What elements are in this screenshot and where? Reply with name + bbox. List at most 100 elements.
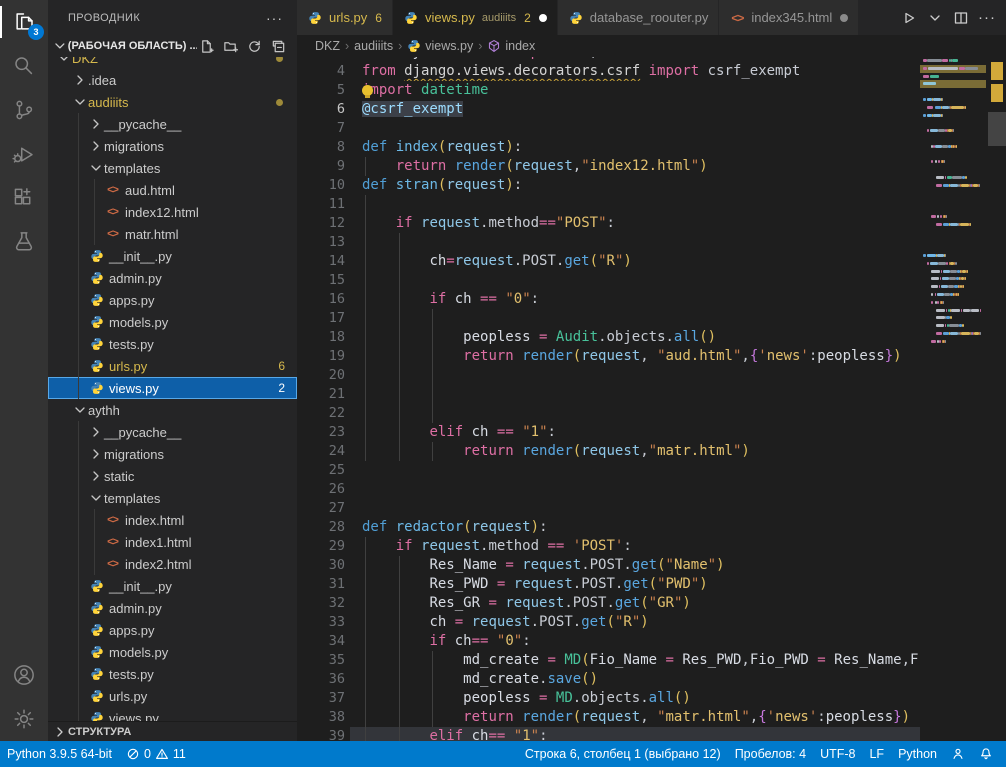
lightbulb-icon[interactable] [362, 85, 373, 96]
tab-index345.html[interactable]: <>index345.html [719, 0, 859, 35]
collapse-all-icon[interactable] [269, 37, 287, 55]
outline-section-header[interactable]: СТРУКТУРА [48, 721, 297, 741]
code-line-24[interactable]: 24 return render(request,"matr.html") [297, 442, 1006, 461]
tree-item-apps.py[interactable]: apps.py [48, 619, 297, 641]
tab-urls.py[interactable]: urls.py6 [297, 0, 393, 35]
code-line-25[interactable]: 25 [297, 461, 1006, 480]
run-dropdown-icon[interactable] [924, 7, 946, 29]
breadcrumb-item-views.py[interactable]: views.py [407, 39, 473, 53]
code-line-6[interactable]: 6@csrf_exempt [297, 100, 1006, 119]
code-editor[interactable]: 3from aythh.models import MD,Audit4from … [297, 57, 1006, 741]
code-line-11[interactable]: 11 [297, 195, 1006, 214]
code-line-22[interactable]: 22 [297, 404, 1006, 423]
problems-indicator[interactable]: 0 11 [119, 741, 193, 767]
tree-item-urls.py[interactable]: urls.py [48, 685, 297, 707]
tree-item-tests.py[interactable]: tests.py [48, 663, 297, 685]
tree-item-audiiits[interactable]: audiiits [48, 91, 297, 113]
overview-ruler[interactable] [988, 57, 1006, 741]
tree-item-DKZ[interactable]: DKZ [48, 57, 297, 69]
code-line-39[interactable]: 39 elif ch== "1": [297, 727, 1006, 741]
scrollbar-thumb[interactable] [988, 112, 1006, 146]
cursor-position[interactable]: Строка 6, столбец 1 (выбрано 12) [518, 741, 728, 767]
tree-item-index1.html[interactable]: <>index1.html [48, 531, 297, 553]
code-line-30[interactable]: 30 Res_Name = request.POST.get("Name") [297, 556, 1006, 575]
tree-item-__init__.py[interactable]: __init__.py [48, 575, 297, 597]
tree-item-matr.html[interactable]: <>matr.html [48, 223, 297, 245]
code-line-14[interactable]: 14 ch=request.POST.get("R") [297, 252, 1006, 271]
tree-item-__init__.py[interactable]: __init__.py [48, 245, 297, 267]
tree-item-.idea[interactable]: .idea [48, 69, 297, 91]
activity-item-explorer[interactable]: 3 [0, 0, 48, 44]
workspace-section-header[interactable]: (РАБОЧАЯ ОБЛАСТЬ) ... [48, 35, 297, 57]
run-button[interactable] [898, 7, 920, 29]
dirty-dot-icon[interactable] [840, 14, 848, 22]
tree-item-static[interactable]: static [48, 465, 297, 487]
activity-item-settings[interactable] [0, 697, 48, 741]
tree-item-index.html[interactable]: <>index.html [48, 509, 297, 531]
tree-item-admin.py[interactable]: admin.py [48, 597, 297, 619]
tree-item-views.py[interactable]: views.py [48, 707, 297, 722]
python-interpreter[interactable]: Python 3.9.5 64-bit [0, 741, 119, 767]
tree-item-models.py[interactable]: models.py [48, 311, 297, 333]
code-line-35[interactable]: 35 md_create = MD(Fio_Name = Res_PWD,Fio… [297, 651, 1006, 670]
code-line-18[interactable]: 18 peopless = Audit.objects.all() [297, 328, 1006, 347]
tree-item-tests.py[interactable]: tests.py [48, 333, 297, 355]
file-tree[interactable]: DKZ.ideaaudiiits__pycache__migrationstem… [48, 57, 297, 722]
breadcrumb-item-index[interactable]: index [487, 39, 535, 53]
code-line-23[interactable]: 23 elif ch == "1": [297, 423, 1006, 442]
code-line-15[interactable]: 15 [297, 271, 1006, 290]
code-line-8[interactable]: 8def index(request): [297, 138, 1006, 157]
code-line-31[interactable]: 31 Res_PWD = request.POST.get("PWD") [297, 575, 1006, 594]
tree-item-templates[interactable]: templates [48, 487, 297, 509]
tab-database_roouter.py[interactable]: database_roouter.py [558, 0, 720, 35]
code-line-34[interactable]: 34 if ch== "0": [297, 632, 1006, 651]
tree-item-models.py[interactable]: models.py [48, 641, 297, 663]
code-line-33[interactable]: 33 ch = request.POST.get("R") [297, 613, 1006, 632]
code-line-27[interactable]: 27 [297, 499, 1006, 518]
tree-item-templates[interactable]: templates [48, 157, 297, 179]
code-line-29[interactable]: 29 if request.method == 'POST': [297, 537, 1006, 556]
tree-item-urls.py[interactable]: urls.py6 [48, 355, 297, 377]
tree-item-__pycache__[interactable]: __pycache__ [48, 421, 297, 443]
tree-item-migrations[interactable]: migrations [48, 443, 297, 465]
tab-views.py[interactable]: views.pyaudiiits2 [393, 0, 558, 35]
code-line-37[interactable]: 37 peopless = MD.objects.all() [297, 689, 1006, 708]
code-line-9[interactable]: 9 return render(request,"index12.html") [297, 157, 1006, 176]
notifications-bell-icon[interactable] [972, 741, 1000, 767]
code-line-32[interactable]: 32 Res_GR = request.POST.get("GR") [297, 594, 1006, 613]
more-actions-icon[interactable]: ··· [976, 7, 998, 29]
tree-item-index12.html[interactable]: <>index12.html [48, 201, 297, 223]
indentation[interactable]: Пробелов: 4 [728, 741, 813, 767]
minimap[interactable] [920, 57, 986, 741]
feedback-icon[interactable] [944, 741, 972, 767]
activity-item-run-debug[interactable] [0, 132, 48, 176]
code-line-19[interactable]: 19 return render(request, "aud.html",{'n… [297, 347, 1006, 366]
code-line-17[interactable]: 17 [297, 309, 1006, 328]
new-file-icon[interactable] [197, 37, 215, 55]
activity-item-search[interactable] [0, 44, 48, 88]
code-line-4[interactable]: 4from django.views.decorators.csrf impor… [297, 62, 1006, 81]
encoding[interactable]: UTF-8 [813, 741, 862, 767]
code-line-16[interactable]: 16 if ch == "0": [297, 290, 1006, 309]
new-folder-icon[interactable] [221, 37, 239, 55]
activity-item-testing[interactable] [0, 220, 48, 264]
code-line-7[interactable]: 7 [297, 119, 1006, 138]
code-line-20[interactable]: 20 [297, 366, 1006, 385]
tree-item-admin.py[interactable]: admin.py [48, 267, 297, 289]
breadcrumb-item-DKZ[interactable]: DKZ [315, 39, 340, 53]
tree-item-aythh[interactable]: aythh [48, 399, 297, 421]
eol[interactable]: LF [862, 741, 891, 767]
breadcrumb[interactable]: DKZ›audiiits›views.py›index [297, 35, 1006, 57]
tree-item-views.py[interactable]: views.py2 [48, 377, 297, 399]
code-line-28[interactable]: 28def redactor(request): [297, 518, 1006, 537]
code-line-5[interactable]: 5import datetime [297, 81, 1006, 100]
tree-item-migrations[interactable]: migrations [48, 135, 297, 157]
code-line-36[interactable]: 36 md_create.save() [297, 670, 1006, 689]
code-line-26[interactable]: 26 [297, 480, 1006, 499]
tree-item-__pycache__[interactable]: __pycache__ [48, 113, 297, 135]
language-mode[interactable]: Python [891, 741, 944, 767]
tree-item-index2.html[interactable]: <>index2.html [48, 553, 297, 575]
refresh-icon[interactable] [245, 37, 263, 55]
code-line-13[interactable]: 13 [297, 233, 1006, 252]
dirty-dot-icon[interactable] [539, 14, 547, 22]
